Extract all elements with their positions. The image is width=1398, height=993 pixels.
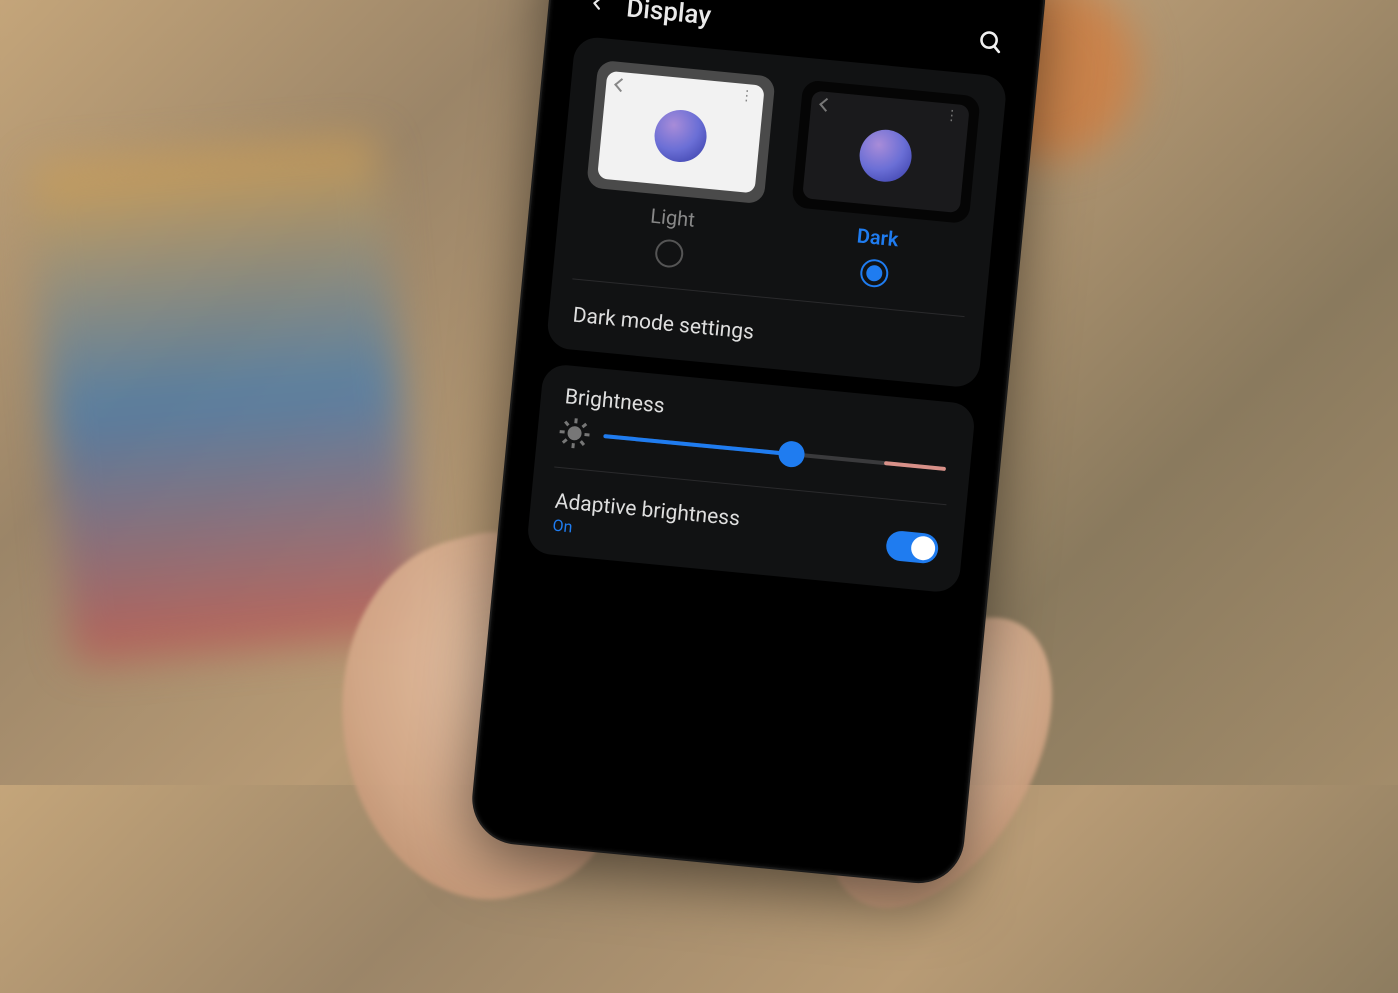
brightness-thumb[interactable] <box>778 439 806 467</box>
signal-icon <box>967 0 989 1</box>
theme-panel: Light Dark Dark mode settings <box>546 35 1008 388</box>
phone-in-hand: 12:26 <box>470 0 1047 885</box>
theme-options-row: Light Dark <box>572 55 988 302</box>
battery-icon <box>993 0 1009 4</box>
theme-dark-label: Dark <box>856 223 900 251</box>
theme-dark-radio[interactable] <box>859 257 890 288</box>
adaptive-brightness-row[interactable]: Adaptive brightness On <box>546 481 947 572</box>
adaptive-brightness-toggle[interactable] <box>885 529 940 564</box>
brightness-panel: Brightness <box>526 363 976 594</box>
theme-option-dark[interactable]: Dark <box>781 79 983 296</box>
light-preview <box>586 59 775 203</box>
brightness-icon <box>560 419 588 447</box>
phone-frame: 12:26 <box>470 0 1047 885</box>
phone-screen: 12:26 <box>486 0 1032 869</box>
search-button[interactable] <box>975 27 1004 59</box>
dark-mode-settings-row[interactable]: Dark mode settings <box>566 293 966 367</box>
settings-content: Light Dark Dark mode settings <box>512 34 1022 595</box>
back-button[interactable] <box>577 0 616 25</box>
page-title: Display <box>625 0 712 31</box>
theme-light-label: Light <box>649 203 696 231</box>
dark-preview <box>791 79 980 223</box>
theme-light-radio[interactable] <box>654 238 685 269</box>
theme-option-light[interactable]: Light <box>576 59 778 276</box>
brightness-high-zone <box>884 461 946 471</box>
